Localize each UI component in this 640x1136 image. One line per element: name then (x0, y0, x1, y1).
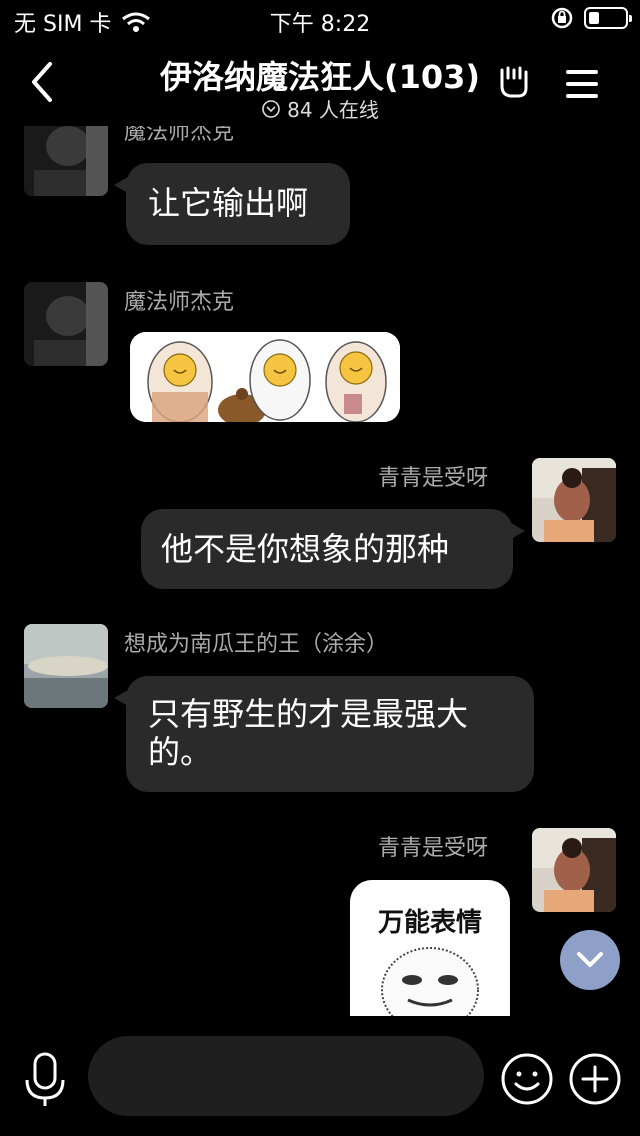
sticker-image[interactable] (130, 332, 400, 422)
message-text: 他不是你想象的那种 (161, 530, 450, 568)
chat-header: 伊洛纳魔法狂人(103) 84 人在线 (0, 40, 640, 126)
message-text: 只有野生的才是最强大的。 (148, 695, 469, 771)
avatar[interactable] (24, 126, 108, 196)
avatar[interactable] (532, 458, 616, 542)
avatar[interactable] (532, 828, 616, 912)
chevron-down-circle-icon (262, 99, 280, 118)
sticker-image[interactable]: 万能表情 (350, 880, 510, 1016)
scroll-to-bottom-button[interactable] (560, 930, 620, 990)
sender-name: 想成为南瓜王的王（涂余） (124, 632, 389, 657)
sender-name: 青青是受呀 (378, 836, 489, 861)
group-title: 伊洛纳魔法狂人(103) (159, 58, 481, 96)
sender-name: 魔法师杰克 (124, 290, 235, 315)
rotation-lock-icon (551, 7, 573, 29)
avatar[interactable] (24, 624, 108, 708)
sender-name: 魔法师杰克 (124, 126, 235, 145)
plus-icon[interactable] (568, 1052, 622, 1106)
message-text: 让它输出啊 (148, 184, 309, 222)
battery-icon (584, 7, 632, 29)
sticker-caption: 万能表情 (377, 908, 482, 938)
menu-icon[interactable] (562, 64, 602, 104)
status-bar: 无 SIM 卡 下午 8:22 (0, 0, 640, 40)
message-bubble[interactable]: 他不是你想象的那种 (141, 509, 525, 589)
microphone-icon[interactable] (22, 1052, 68, 1108)
hand-gesture-icon[interactable] (494, 62, 534, 102)
chevron-down-icon (577, 952, 603, 967)
avatar[interactable] (24, 282, 108, 366)
message-list[interactable]: 魔法师杰克 让它输出啊 魔法师杰克 青青是受呀 他不是你想象的那种 想成为南瓜王… (0, 126, 640, 1016)
message-bubble[interactable]: 让它输出啊 (114, 163, 350, 245)
online-label: 84 人在线 (287, 98, 379, 122)
online-count: 84 人在线 (0, 94, 640, 123)
status-right (550, 6, 632, 30)
status-time: 下午 8:22 (269, 12, 371, 37)
message-input[interactable] (88, 1036, 484, 1116)
input-bar (0, 1016, 640, 1136)
sender-name: 青青是受呀 (378, 466, 489, 491)
message-bubble[interactable]: 只有野生的才是最强大的。 (114, 676, 534, 792)
emoji-icon[interactable] (500, 1052, 554, 1106)
